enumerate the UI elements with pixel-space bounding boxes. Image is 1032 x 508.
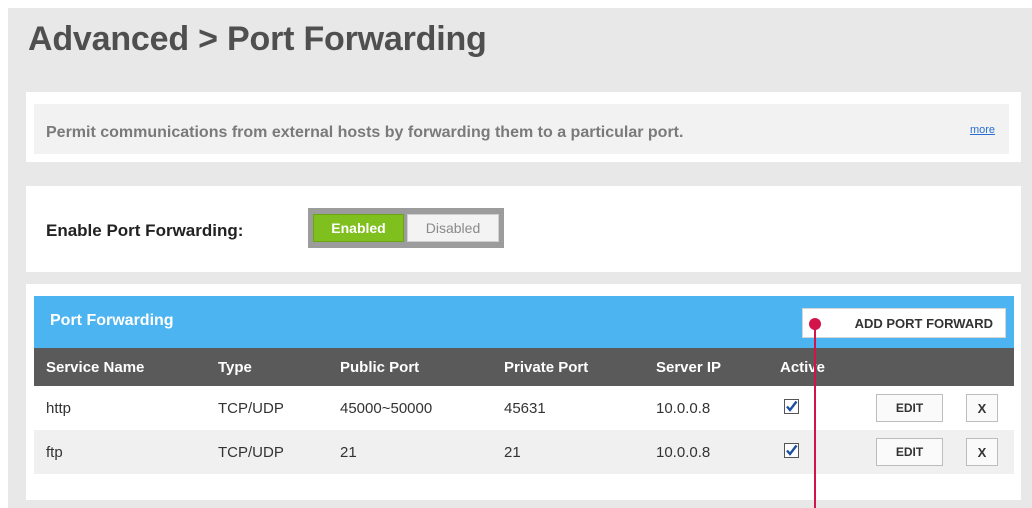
public-port-cell: 21 [340, 444, 357, 461]
public-port-cell: 45000~50000 [340, 400, 433, 417]
port-forwarding-header: Port Forwarding ADD PORT FORWARD [34, 296, 1014, 348]
server-ip-cell: 10.0.0.8 [656, 400, 711, 417]
column-active: Active [780, 358, 826, 376]
service-name-cell: http [46, 400, 72, 417]
type-cell: TCP/UDP [218, 444, 284, 461]
checkmark-icon [786, 400, 798, 412]
port-forwarding-panel: Port Forwarding ADD PORT FORWARD Service… [26, 284, 1021, 500]
type-cell: TCP/UDP [218, 400, 284, 417]
disabled-button[interactable]: Disabled [407, 214, 499, 242]
column-server-ip: Server IP [656, 358, 722, 376]
table-header: Service Name Type Public Port Private Po… [34, 348, 1014, 386]
server-ip-cell: 10.0.0.8 [656, 444, 711, 461]
active-checkbox[interactable] [784, 399, 799, 414]
annotation-pointer-dot [809, 318, 821, 330]
active-checkbox[interactable] [784, 443, 799, 458]
delete-button[interactable]: X [966, 394, 998, 422]
enable-port-forwarding-label: Enable Port Forwarding: [46, 221, 244, 240]
more-link[interactable]: more [970, 124, 995, 136]
port-forwarding-title: Port Forwarding [50, 312, 174, 329]
enabled-button[interactable]: Enabled [313, 214, 404, 242]
private-port-cell: 21 [504, 444, 521, 461]
enable-panel: Enable Port Forwarding: Enabled Disabled [26, 186, 1021, 272]
description-inner: Permit communications from external host… [34, 104, 1009, 154]
edit-button[interactable]: EDIT [876, 438, 943, 466]
column-private-port: Private Port [504, 358, 589, 376]
annotation-pointer-line [814, 322, 816, 508]
column-type: Type [218, 358, 252, 376]
private-port-cell: 45631 [504, 400, 546, 417]
enable-toggle: Enabled Disabled [308, 208, 504, 248]
column-service-name: Service Name [46, 358, 145, 376]
table-row: http TCP/UDP 45000~50000 45631 10.0.0.8 … [34, 386, 1014, 430]
column-public-port: Public Port [340, 358, 420, 376]
delete-button[interactable]: X [966, 438, 998, 466]
port-forwarding-table: Service Name Type Public Port Private Po… [34, 348, 1014, 474]
service-name-cell: ftp [46, 444, 63, 461]
edit-button[interactable]: EDIT [876, 394, 943, 422]
table-row: ftp TCP/UDP 21 21 10.0.0.8 EDIT X [34, 430, 1014, 474]
description-panel: Permit communications from external host… [26, 92, 1021, 162]
add-port-forward-button[interactable]: ADD PORT FORWARD [802, 308, 1006, 338]
page-title: Advanced > Port Forwarding [28, 20, 487, 58]
checkmark-icon [786, 444, 798, 456]
description-text: Permit communications from external host… [46, 124, 684, 141]
